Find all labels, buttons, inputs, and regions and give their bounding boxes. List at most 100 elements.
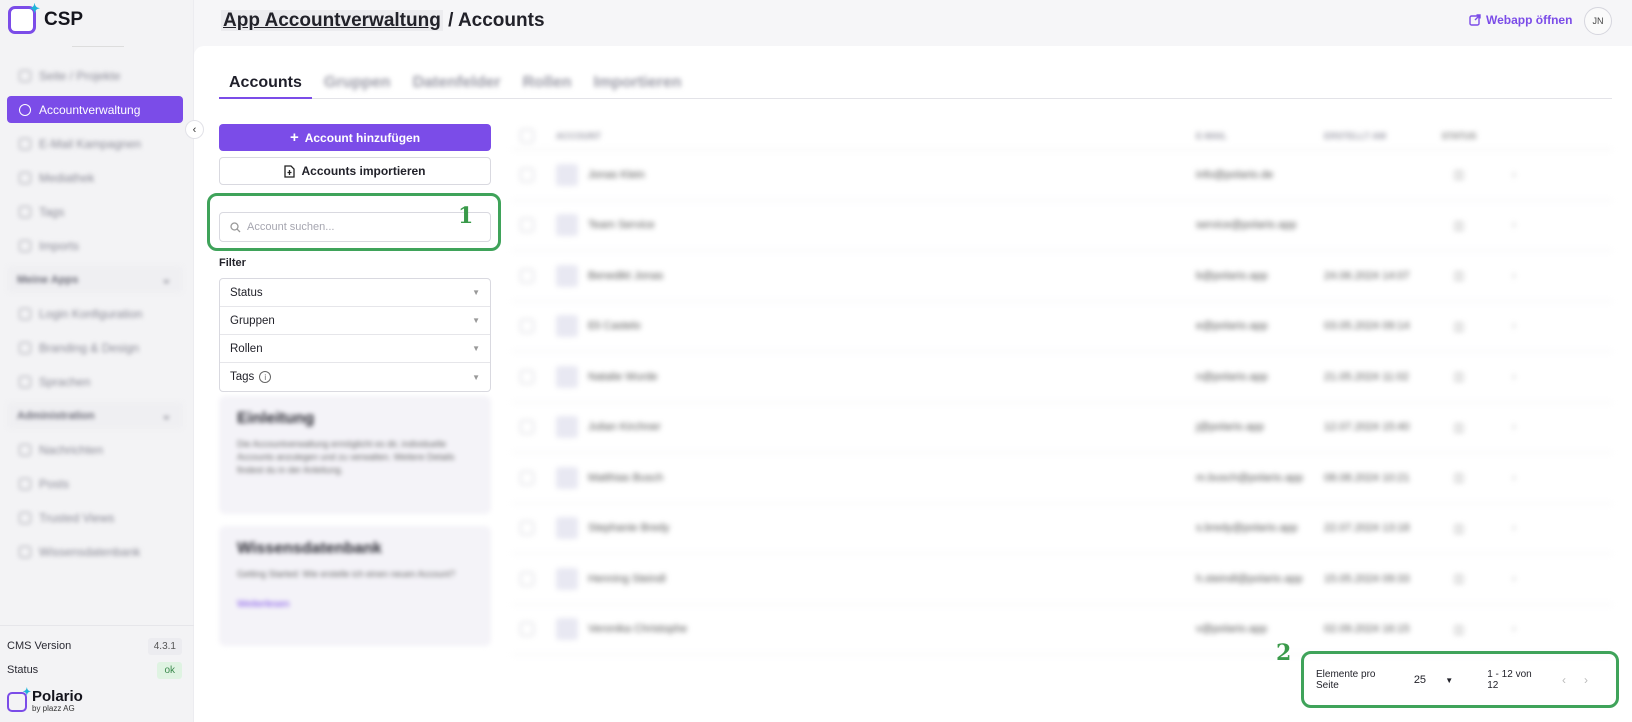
sidebar-item-tags[interactable]: Tags	[7, 198, 183, 225]
table-row[interactable]: Benedikt Jonas b@polario.app 24.06.2024 14…	[512, 251, 1612, 302]
account-name[interactable]: Team Service	[588, 219, 655, 231]
chevron-down-icon: ⌄	[161, 410, 171, 422]
account-name[interactable]: Veronika Christophe	[588, 623, 687, 635]
sidebar-item-mediathek[interactable]: Mediathek	[7, 164, 183, 191]
row-checkbox[interactable]	[520, 470, 534, 485]
tab-rollen[interactable]: Rollen	[521, 74, 574, 99]
avatar[interactable]: JN	[1584, 7, 1612, 35]
row-menu-icon[interactable]: ›	[1494, 219, 1534, 231]
table-row[interactable]: Matthias Busch m.busch@polario.app 08.08.2…	[512, 453, 1612, 504]
table-row[interactable]: Veronika Christophe v@polario.app 02.09.20…	[512, 605, 1612, 655]
tab-datenfelder[interactable]: Datenfelder	[411, 74, 503, 99]
filter-status[interactable]: Status ▼	[220, 279, 490, 307]
row-checkbox[interactable]	[520, 319, 534, 334]
tab-importieren[interactable]: Importieren	[592, 74, 684, 99]
app-logo[interactable]: ✦ CSP	[8, 1, 83, 34]
column-header-status[interactable]: STATUS	[1424, 131, 1494, 141]
caret-down-icon: ▼	[472, 316, 480, 325]
status-label: Status	[7, 664, 39, 676]
account-name[interactable]: Stephanie Bredy	[588, 522, 669, 534]
sidebar-item-imports[interactable]: Imports	[7, 232, 183, 259]
per-page-select[interactable]: 25 ▼	[1410, 668, 1457, 692]
tag-icon	[19, 205, 31, 218]
sidebar-item-trusted[interactable]: Trusted Views	[7, 504, 183, 531]
table-row[interactable]: Julian Kirchner j@polario.app 12.07.2024 1…	[512, 403, 1612, 453]
sidebar-section-admin[interactable]: Administration ⌄	[7, 402, 183, 429]
table-row[interactable]: Eli Castelo e@polario.app 03.05.2024 09:14…	[512, 302, 1612, 352]
knowledge-card-link[interactable]: Weiterlesen	[237, 599, 473, 610]
table-row[interactable]: Natalie Wurde n@polario.app 21.05.2024 11:…	[512, 352, 1612, 403]
account-name[interactable]: Matthias Busch	[588, 472, 663, 484]
tab-accounts[interactable]: Accounts	[219, 74, 312, 99]
row-menu-icon[interactable]: ›	[1494, 472, 1534, 484]
import-accounts-button[interactable]: Accounts importieren	[219, 157, 491, 185]
chevron-down-icon: ⌄	[161, 274, 171, 286]
account-name[interactable]: Henning Steindl	[588, 573, 666, 585]
sidebar-item-seiten[interactable]: Seite / Projekte	[7, 62, 183, 89]
sidebar: ✦ CSP Seite / Projekte Accountverwaltung…	[0, 0, 194, 722]
row-menu-icon[interactable]: ›	[1494, 320, 1534, 332]
table-row[interactable]: Stephanie Bredy s.bredy@polario.app 22.07.…	[512, 504, 1612, 554]
add-account-button[interactable]: + Account hinzufügen	[219, 124, 491, 151]
webapp-open-link[interactable]: Webapp öffnen	[1469, 13, 1572, 27]
column-header-email[interactable]: E-MAIL	[1196, 131, 1324, 141]
account-cell: Natalie Wurde	[556, 365, 1196, 388]
account-avatar	[556, 466, 578, 489]
main-panel: Accounts Gruppen Datenfelder Rollen Impo…	[194, 46, 1632, 722]
tab-gruppen[interactable]: Gruppen	[322, 74, 393, 99]
select-all-checkbox[interactable]	[520, 128, 534, 143]
filter-rollen[interactable]: Rollen ▼	[220, 335, 490, 363]
sidebar-section-apps[interactable]: Meine Apps ⌄	[7, 266, 183, 293]
previous-page-button[interactable]: ‹	[1562, 673, 1566, 687]
email-cell: h.steindl@polario.app	[1196, 572, 1303, 585]
row-checkbox[interactable]	[520, 167, 534, 182]
login-icon	[19, 307, 31, 320]
sidebar-item-posts[interactable]: Posts	[7, 470, 183, 497]
account-avatar	[556, 264, 578, 287]
sidebar-item-accountverwaltung[interactable]: Accountverwaltung	[7, 96, 183, 123]
column-header-account[interactable]: ACCOUNT	[556, 131, 1196, 141]
table-row[interactable]: Jonas Klein info@polario.de ◫ ›	[512, 150, 1612, 201]
sidebar-item-sprachen[interactable]: Sprachen	[7, 368, 183, 395]
account-cell: Jonas Klein	[556, 163, 1196, 186]
row-menu-icon[interactable]: ›	[1494, 573, 1534, 585]
next-page-button[interactable]: ›	[1584, 673, 1588, 687]
info-icon[interactable]: i	[259, 371, 272, 384]
account-name[interactable]: Eli Castelo	[588, 320, 641, 332]
status-icon: ◫	[1453, 522, 1465, 535]
account-name[interactable]: Jonas Klein	[588, 169, 645, 181]
row-menu-icon[interactable]: ›	[1494, 169, 1534, 181]
account-name[interactable]: Natalie Wurde	[588, 371, 658, 383]
row-checkbox[interactable]	[520, 369, 534, 384]
row-checkbox[interactable]	[520, 268, 534, 283]
row-checkbox[interactable]	[520, 218, 534, 233]
collapse-sidebar-button[interactable]: ‹	[185, 120, 204, 139]
row-checkbox[interactable]	[520, 521, 534, 536]
column-header-date[interactable]: ERSTELLT AM	[1324, 131, 1424, 141]
sidebar-item-login[interactable]: Login Konfiguration	[7, 300, 183, 327]
row-menu-icon[interactable]: ›	[1494, 421, 1534, 433]
filter-tags[interactable]: Tags i ▼	[220, 363, 490, 391]
row-menu-icon[interactable]: ›	[1494, 522, 1534, 534]
row-menu-icon[interactable]: ›	[1494, 371, 1534, 383]
sidebar-item-wissen[interactable]: Wissensdatenbank	[7, 538, 183, 565]
account-avatar	[556, 315, 578, 338]
row-menu-icon[interactable]: ›	[1494, 270, 1534, 282]
search-input[interactable]: Account suchen...	[219, 212, 491, 242]
row-checkbox[interactable]	[520, 622, 534, 637]
account-name[interactable]: Benedikt Jonas	[588, 270, 663, 282]
brush-icon	[19, 341, 31, 354]
status-icon: ◫	[1453, 320, 1465, 333]
sidebar-item-email[interactable]: E-Mail Kampagnen	[7, 130, 183, 157]
sidebar-item-branding[interactable]: Branding & Design	[7, 334, 183, 361]
account-name[interactable]: Julian Kirchner	[588, 421, 661, 433]
breadcrumb-link[interactable]: App Accountverwaltung	[221, 10, 443, 31]
sidebar-item-nachrichten[interactable]: Nachrichten	[7, 436, 183, 463]
row-checkbox[interactable]	[520, 420, 534, 435]
table-row[interactable]: Henning Steindl h.steindl@polario.app 15.0…	[512, 554, 1612, 605]
row-checkbox[interactable]	[520, 571, 534, 586]
table-row[interactable]: Team Service service@polario.app ◫ ›	[512, 201, 1612, 251]
chevron-left-icon: ‹	[192, 123, 197, 136]
row-menu-icon[interactable]: ›	[1494, 623, 1534, 635]
filter-gruppen[interactable]: Gruppen ▼	[220, 307, 490, 335]
